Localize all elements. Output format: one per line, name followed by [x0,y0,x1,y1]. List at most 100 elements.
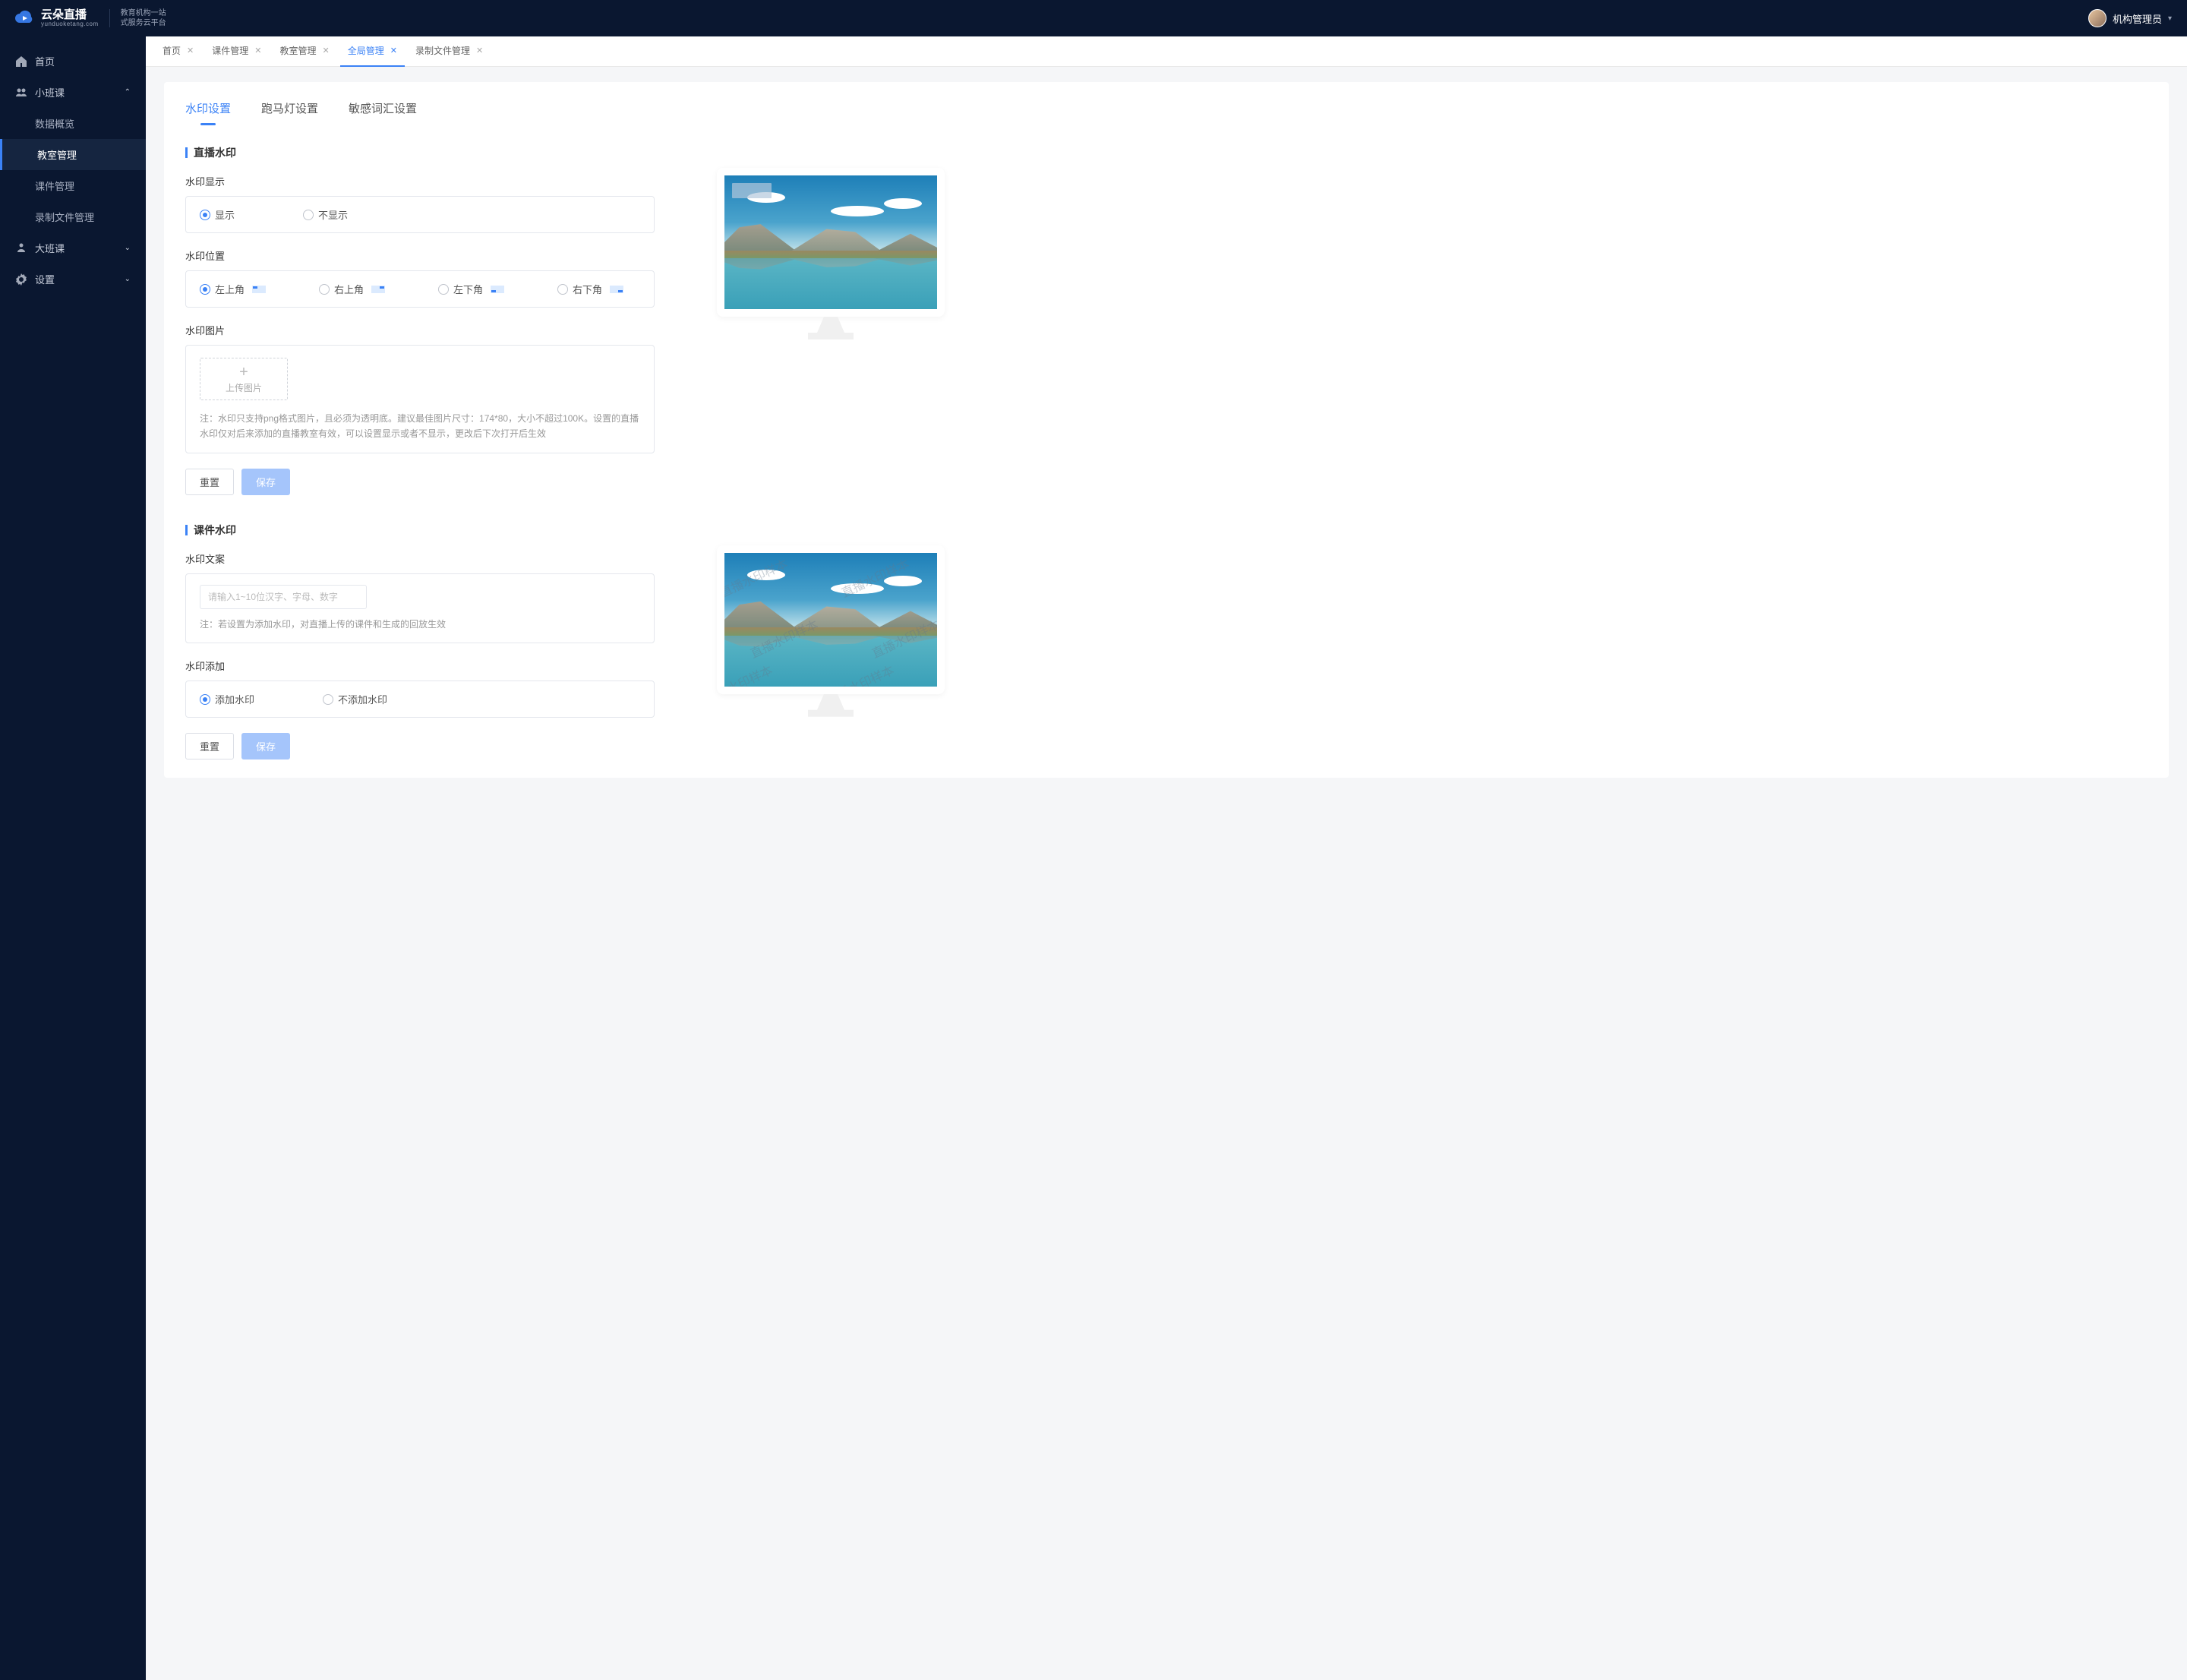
logo-name: 云朵直播 [41,9,99,21]
sidebar-item-label: 首页 [35,54,55,68]
logo-area: 云朵直播 yunduoketang.com 教育机构一站 式服务云平台 [15,8,166,28]
radio-group-position: 左上角 右上角 左下角 右下角 [185,270,655,308]
settings-card: 水印设置 跑马灯设置 敏感词汇设置 直播水印 水印显示 [164,82,2169,778]
tab-recording[interactable]: 录制文件管理 ✕ [408,36,491,67]
label-wm-text: 水印文案 [185,551,671,566]
section-bar-icon [185,147,188,158]
home-icon [15,55,27,68]
close-icon[interactable]: ✕ [254,46,261,55]
sidebar-item-settings[interactable]: 设置 ⌄ [0,264,146,295]
inner-tab-marquee[interactable]: 跑马灯设置 [261,100,318,124]
user-menu[interactable]: 机构管理员 ▾ [2088,9,2172,27]
monitor-stand-icon [808,694,854,717]
topbar: 云朵直播 yunduoketang.com 教育机构一站 式服务云平台 机构管理… [0,0,2187,36]
tab-classroom[interactable]: 教室管理 ✕ [272,36,336,67]
radio-icon [319,284,330,295]
radio-bottom-left[interactable]: 左下角 [438,282,504,296]
radio-top-right[interactable]: 右上角 [319,282,385,296]
radio-label: 左下角 [453,282,483,296]
reset-button[interactable]: 重置 [185,733,234,759]
radio-bottom-right[interactable]: 右下角 [557,282,623,296]
close-icon[interactable]: ✕ [476,46,483,55]
close-icon[interactable]: ✕ [390,46,397,55]
sidebar-item-recording-mgmt[interactable]: 录制文件管理 [0,201,146,232]
radio-icon [557,284,568,295]
sidebar-item-label: 课件管理 [35,178,74,193]
tabs-bar: 首页✕ 课件管理 ✕ 教室管理 ✕ 全局管理✕ 录制文件管理 ✕ [146,36,2187,67]
preview-monitor-course: 直播水印样本 直播水印样本 直播水印样本 直播水印样本 直播水印样本 直播水印样… [717,545,945,694]
tab-courseware[interactable]: 课件管理 ✕ [204,36,269,67]
tab-label: 教室管理 [279,44,316,57]
radio-label: 不添加水印 [338,692,387,706]
chevron-up-icon: ⌃ [125,88,131,96]
radio-label: 显示 [215,207,235,222]
course-hint: 注：若设置为添加水印，对直播上传的课件和生成的回放生效 [200,617,640,632]
logo-divider [109,9,110,27]
tab-home[interactable]: 首页✕ [155,36,201,67]
sidebar-item-courseware-mgmt[interactable]: 课件管理 [0,170,146,201]
wm-text-input[interactable] [200,585,367,609]
logo-desc-2: 式服务云平台 [121,18,166,28]
tab-label: 录制文件管理 [415,44,470,57]
gear-icon [15,273,27,286]
preview-monitor-live [717,168,945,317]
sidebar-item-classroom-mgmt[interactable]: 教室管理 [0,139,146,170]
radio-icon [323,694,333,705]
cloud-logo-icon [15,9,33,27]
close-icon[interactable]: ✕ [322,46,329,55]
radio-icon [200,694,210,705]
radio-label: 右上角 [334,282,364,296]
corner-bl-icon [491,286,504,293]
sidebar-item-label: 大班课 [35,241,65,255]
sidebar-item-label: 录制文件管理 [35,210,94,224]
section-live-watermark: 直播水印 [185,145,671,160]
tab-global[interactable]: 全局管理✕ [340,36,405,67]
radio-icon [200,210,210,220]
radio-group-add: 添加水印 不添加水印 [185,681,655,718]
users-icon [15,87,27,99]
section-bar-icon [185,525,188,535]
section-course-watermark: 课件水印 [185,523,671,538]
corner-br-icon [610,286,623,293]
sidebar-item-big-class[interactable]: 大班课 ⌄ [0,232,146,264]
reset-button[interactable]: 重置 [185,469,234,495]
close-icon[interactable]: ✕ [187,46,194,55]
sidebar-item-home[interactable]: 首页 [0,46,146,77]
sidebar-item-data-overview[interactable]: 数据概览 [0,108,146,139]
logo-subtitle: yunduoketang.com [41,21,99,27]
radio-label: 添加水印 [215,692,254,706]
logo-desc-1: 教育机构一站 [121,8,166,18]
radio-hide[interactable]: 不显示 [303,207,348,222]
radio-top-left[interactable]: 左上角 [200,282,266,296]
sidebar-item-label: 数据概览 [35,116,74,131]
section-title: 直播水印 [194,145,236,160]
watermark-chip-icon [732,183,772,198]
label-wm-position: 水印位置 [185,248,671,263]
tab-label: 课件管理 [212,44,248,57]
sidebar: 首页 小班课 ⌃ 数据概览 教室管理 课件管理 录制文件管理 大班课 ⌄ 设置 … [0,36,146,1680]
users-multi-icon [15,242,27,254]
chevron-down-icon: ⌄ [125,244,131,252]
monitor-stand-icon [808,317,854,339]
corner-tr-icon [371,286,385,293]
upload-button[interactable]: + 上传图片 [200,358,288,400]
radio-no-wm[interactable]: 不添加水印 [323,692,387,706]
radio-icon [200,284,210,295]
radio-add-wm[interactable]: 添加水印 [200,692,254,706]
inner-tab-watermark[interactable]: 水印设置 [185,100,231,124]
inner-tab-sensitive[interactable]: 敏感词汇设置 [349,100,417,124]
inner-tabs: 水印设置 跑马灯设置 敏感词汇设置 [185,100,2148,124]
radio-group-display: 显示 不显示 [185,196,655,233]
label-wm-image: 水印图片 [185,323,671,337]
save-button[interactable]: 保存 [241,733,290,759]
sidebar-item-label: 教室管理 [37,147,77,162]
sidebar-item-label: 小班课 [35,85,65,99]
label-wm-display: 水印显示 [185,174,671,188]
radio-label: 右下角 [573,282,602,296]
upload-text: 上传图片 [226,381,262,394]
radio-label: 不显示 [318,207,348,222]
radio-icon [438,284,449,295]
sidebar-item-small-class[interactable]: 小班课 ⌃ [0,77,146,108]
save-button[interactable]: 保存 [241,469,290,495]
radio-show[interactable]: 显示 [200,207,235,222]
